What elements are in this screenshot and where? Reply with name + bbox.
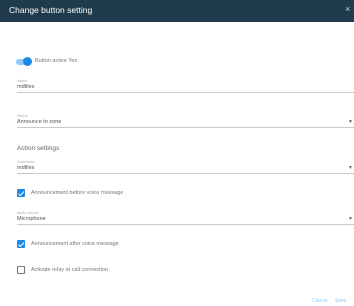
close-icon[interactable]: ×: [345, 4, 350, 14]
announcement-before-label: Announcement before voice message: [31, 190, 124, 196]
announcement-after-label: Announcement after voice message: [31, 241, 119, 247]
chevron-down-icon[interactable]: ▼: [348, 119, 353, 125]
toggle-thumb[interactable]: [23, 57, 32, 66]
select-value[interactable]: Announce to zone: [17, 119, 61, 125]
dialog-title: Change button setting: [9, 5, 93, 15]
audio-source-underline: [17, 224, 354, 225]
audio-source-label: audio source: [17, 211, 39, 215]
check-icon[interactable]: [17, 240, 25, 248]
toggle-label: Button active Yes: [35, 58, 78, 64]
zone-dropdown[interactable]: Zone/area mdfiles ▼: [17, 160, 354, 176]
zone-underline: [17, 173, 354, 174]
name-field-value[interactable]: mdfiles: [17, 84, 34, 90]
zone-label: Zone/area: [17, 160, 35, 164]
select-underline: [17, 127, 354, 128]
zone-value[interactable]: mdfiles: [17, 165, 34, 171]
audio-source-value[interactable]: Microphone: [17, 216, 46, 222]
select-label: Select: [17, 114, 28, 118]
name-field[interactable]: Name mdfiles: [17, 79, 354, 95]
cancel-button[interactable]: Cancel: [312, 298, 328, 304]
dialog-titlebar: Change button setting ×: [0, 0, 354, 22]
activate-relay-label: Activate relay at call connection: [31, 267, 109, 273]
audio-source-dropdown[interactable]: audio source Microphone ▼: [17, 211, 354, 227]
check-icon[interactable]: [17, 189, 25, 197]
name-field-underline: [17, 92, 354, 93]
name-field-label: Name: [17, 79, 28, 83]
select-dropdown[interactable]: Select Announce to zone ▼: [17, 114, 354, 130]
change-button-setting-dialog: Change button setting × Button active Ye…: [0, 0, 354, 306]
action-settings-heading: Action settings: [17, 145, 60, 152]
checkbox-empty-icon[interactable]: [17, 266, 25, 274]
chevron-down-icon[interactable]: ▼: [348, 216, 353, 222]
save-button[interactable]: Save: [335, 298, 346, 304]
chevron-down-icon[interactable]: ▼: [348, 165, 353, 171]
